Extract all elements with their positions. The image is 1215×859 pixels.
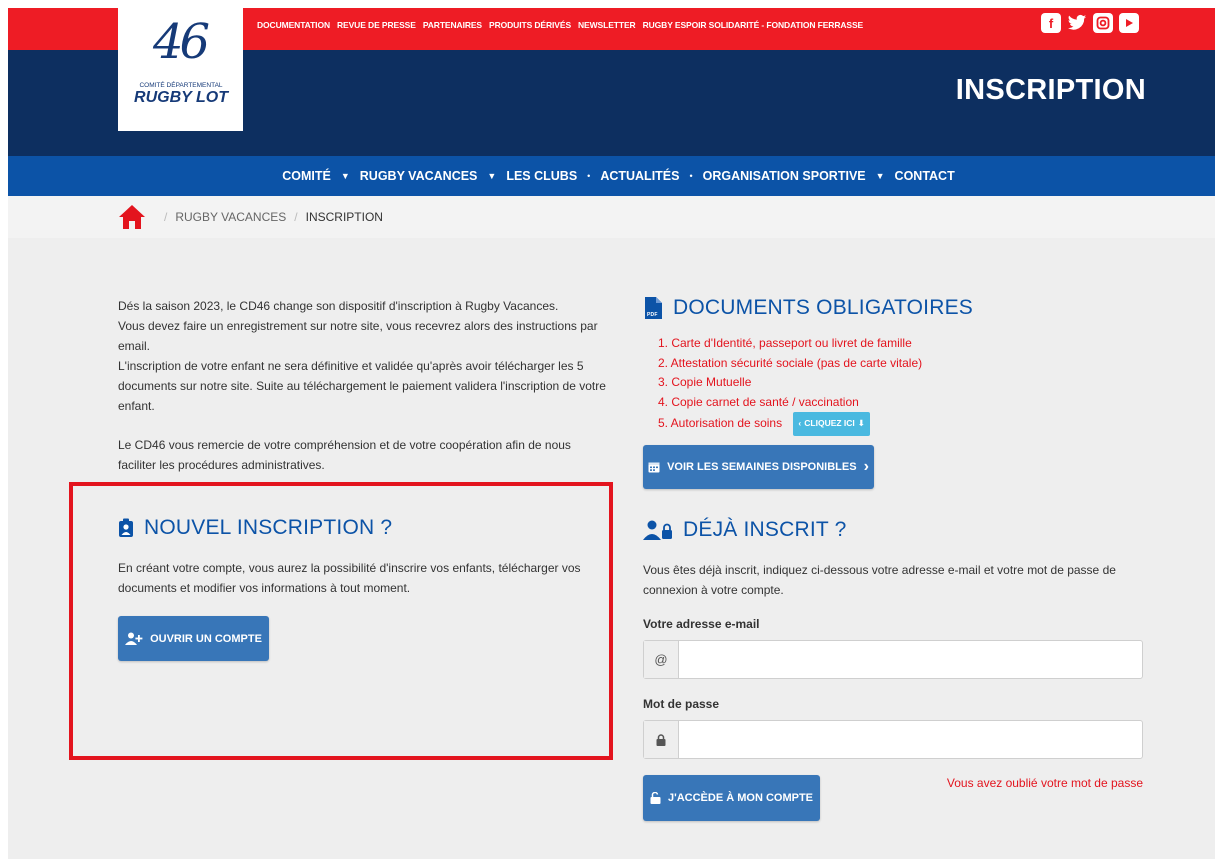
svg-text:PDF: PDF xyxy=(647,312,658,318)
open-account-label: OUVRIR UN COMPTE xyxy=(150,632,262,645)
open-account-button[interactable]: OUVRIR UN COMPTE xyxy=(118,616,269,661)
instagram-icon[interactable] xyxy=(1093,13,1113,33)
unlock-icon xyxy=(650,792,661,804)
chevron-left-icon: ‹ xyxy=(798,418,802,428)
password-label: Mot de passe xyxy=(643,697,720,711)
top-link-newsletter[interactable]: NEWSLETTER xyxy=(578,20,636,30)
user-lock-icon xyxy=(643,520,672,540)
top-link-produits-derives[interactable]: PRODUITS DÉRIVÉS xyxy=(489,20,571,30)
home-icon[interactable] xyxy=(118,204,146,230)
logo-name: RUGBY LOT xyxy=(134,89,228,106)
deja-inscrit-title: DÉJÀ INSCRIT ? xyxy=(683,518,847,541)
download-icon: ⬇ xyxy=(857,418,865,428)
breadcrumb-separator: / xyxy=(294,210,298,224)
intro-paragraph: Le CD46 vous remercie de votre compréhen… xyxy=(118,438,571,472)
password-input[interactable] xyxy=(679,721,1142,758)
chevron-down-icon[interactable]: ▼ xyxy=(487,171,496,181)
pdf-file-icon: PDF xyxy=(645,297,662,319)
breadcrumb-separator: / xyxy=(164,210,168,224)
view-weeks-button[interactable]: VOIR LES SEMAINES DISPONIBLES › xyxy=(643,445,874,489)
top-link-revue-de-presse[interactable]: REVUE DE PRESSE xyxy=(337,20,416,30)
chevron-down-icon[interactable]: ▼ xyxy=(876,171,885,181)
nav-dot-separator: • xyxy=(587,171,591,181)
deja-inscrit-text: Vous êtes déjà inscrit, indiquez ci-dess… xyxy=(643,563,1116,597)
forgot-password-link[interactable]: Vous avez oublié votre mot de passe xyxy=(947,776,1143,790)
clipboard-user-icon xyxy=(119,518,133,537)
user-plus-icon xyxy=(125,632,143,645)
breadcrumb: / RUGBY VACANCES / INSCRIPTION xyxy=(8,196,1215,238)
nav-item-organisation-sportive[interactable]: ORGANISATION SPORTIVE xyxy=(703,169,866,183)
breadcrumb-current: INSCRIPTION xyxy=(305,210,383,224)
view-weeks-label: VOIR LES SEMAINES DISPONIBLES xyxy=(667,461,857,473)
lock-icon xyxy=(644,721,679,758)
logo-number: 46 xyxy=(153,14,210,70)
login-label: J'ACCÈDE À MON COMPTE xyxy=(667,792,813,804)
login-button[interactable]: J'ACCÈDE À MON COMPTE xyxy=(643,775,820,821)
email-field: @ xyxy=(643,640,1143,679)
documents-list: 1. Carte d'Identité, passeport ou livret… xyxy=(658,334,922,436)
nouvel-inscription-heading: NOUVEL INSCRIPTION ? xyxy=(118,516,392,540)
top-links: DOCUMENTATION REVUE DE PRESSE PARTENAIRE… xyxy=(257,20,863,30)
nav-item-rugby-vacances[interactable]: RUGBY VACANCES xyxy=(360,169,478,183)
top-link-partenaires[interactable]: PARTENAIRES xyxy=(423,20,482,30)
document-item: 3. Copie Mutuelle xyxy=(658,375,752,389)
page: DOCUMENTATION REVUE DE PRESSE PARTENAIRE… xyxy=(8,8,1215,859)
site-logo[interactable]: 46 COMITÉ DÉPARTEMENTAL RUGBY LOT xyxy=(118,8,243,131)
nouvel-inscription-text: En créant votre compte, vous aurez la po… xyxy=(118,561,581,595)
nav-item-les-clubs[interactable]: LES CLUBS xyxy=(506,169,577,183)
logo-subtitle: COMITÉ DÉPARTEMENTAL xyxy=(139,82,223,89)
documents-heading: PDF DOCUMENTS OBLIGATOIRES xyxy=(643,296,973,320)
nav-dot-separator: • xyxy=(689,171,693,181)
cliquez-ici-button[interactable]: ‹ CLIQUEZ ICI ⬇ xyxy=(793,412,870,436)
nav-item-contact[interactable]: CONTACT xyxy=(895,169,955,183)
top-link-documentation[interactable]: DOCUMENTATION xyxy=(257,20,330,30)
email-input[interactable] xyxy=(679,641,1142,678)
nouvel-inscription-title: NOUVEL INSCRIPTION ? xyxy=(144,516,393,539)
document-item-label: 5. Autorisation de soins xyxy=(658,416,783,430)
calendar-icon xyxy=(648,462,660,473)
youtube-icon[interactable] xyxy=(1119,13,1139,33)
nav-item-comite[interactable]: COMITÉ xyxy=(282,169,331,183)
facebook-icon[interactable]: f xyxy=(1041,13,1061,33)
intro-text: Dés la saison 2023, le CD46 change son d… xyxy=(118,296,608,475)
top-link-fondation-ferrasse[interactable]: RUGBY ESPOIR SOLIDARITÉ - FONDATION FERR… xyxy=(643,20,864,30)
chevron-right-icon: › xyxy=(863,458,869,475)
email-label: Votre adresse e-mail xyxy=(643,617,760,631)
main-nav: COMITÉ ▼ RUGBY VACANCES ▼ LES CLUBS • AC… xyxy=(8,156,1215,196)
nav-item-actualites[interactable]: ACTUALITÉS xyxy=(600,169,679,183)
main-content: Dés la saison 2023, le CD46 change son d… xyxy=(8,238,1215,859)
document-item-with-link: 5. Autorisation de soins ‹ CLIQUEZ ICI ⬇ xyxy=(658,412,922,436)
social-links: f xyxy=(1041,13,1139,33)
chevron-down-icon[interactable]: ▼ xyxy=(341,171,350,181)
at-sign-icon: @ xyxy=(644,641,679,678)
password-field xyxy=(643,720,1143,759)
document-item: 1. Carte d'Identité, passeport ou livret… xyxy=(658,336,912,350)
documents-title: DOCUMENTS OBLIGATOIRES xyxy=(673,296,973,319)
cliquez-ici-label: CLIQUEZ ICI xyxy=(804,418,855,428)
intro-paragraph: Dés la saison 2023, le CD46 change son d… xyxy=(118,299,606,413)
page-title: INSCRIPTION xyxy=(955,74,1146,106)
breadcrumb-rugby-vacances[interactable]: RUGBY VACANCES xyxy=(175,210,286,224)
document-item: 4. Copie carnet de santé / vaccination xyxy=(658,394,859,409)
twitter-icon[interactable] xyxy=(1067,13,1087,33)
document-item: 2. Attestation sécurité sociale (pas de … xyxy=(658,355,923,370)
deja-inscrit-heading: DÉJÀ INSCRIT ? xyxy=(643,518,846,542)
